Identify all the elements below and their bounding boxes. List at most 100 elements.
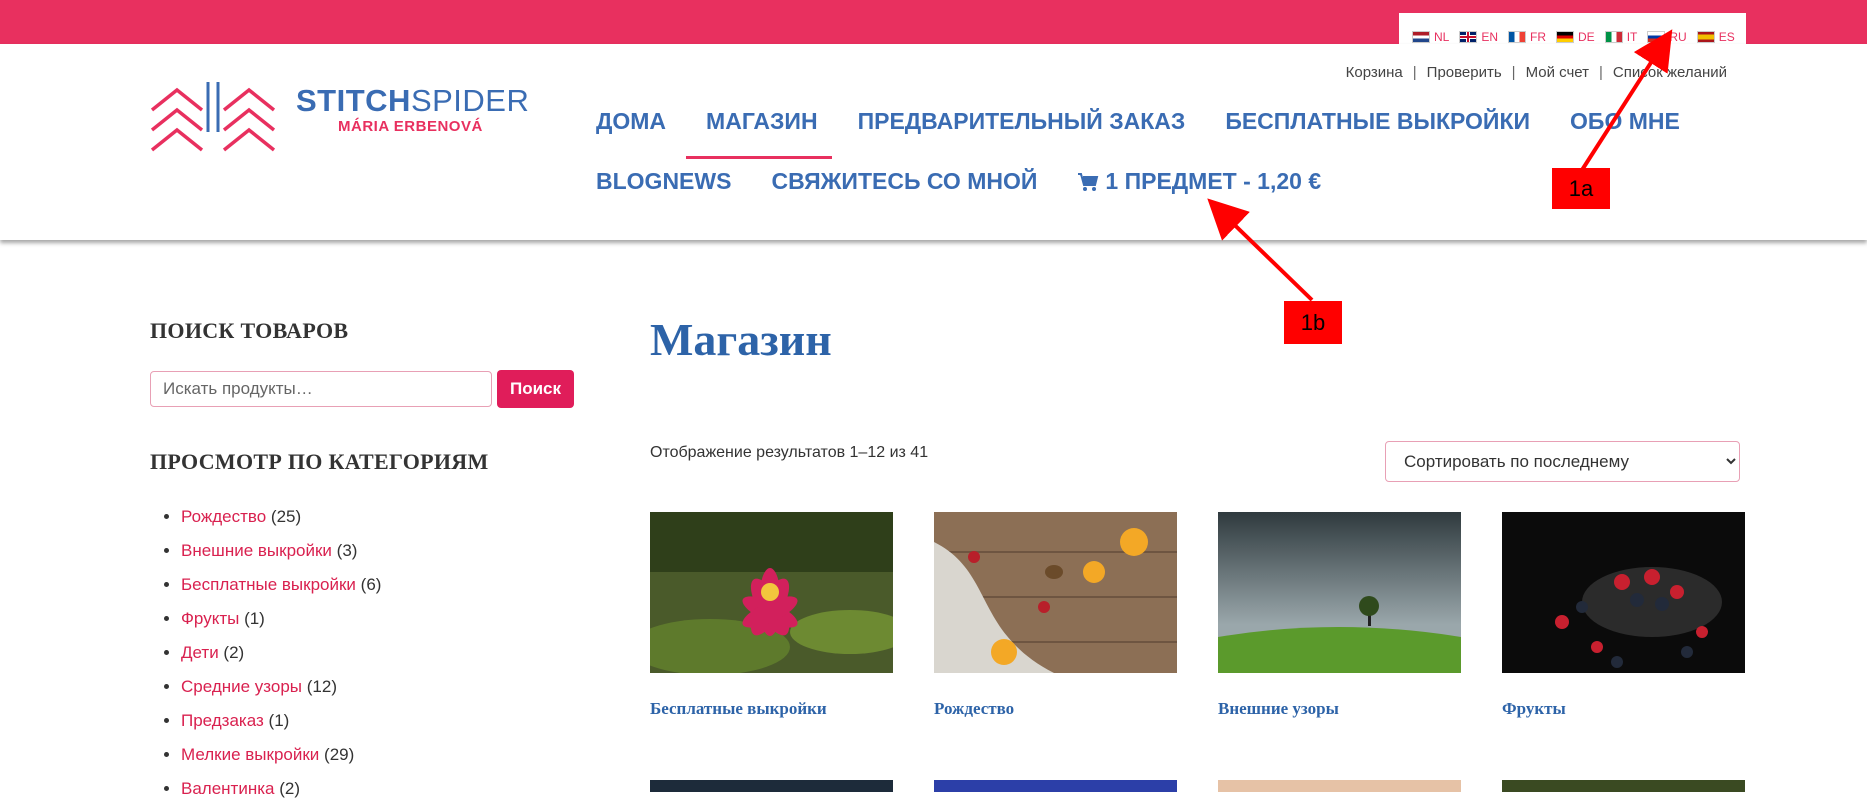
main-nav-row-2: BLOGNEWS СВЯЖИТЕСЬ СО МНОЙ 1 ПРЕДМЕТ - 1,2…	[596, 168, 1321, 195]
active-nav-indicator	[686, 156, 832, 159]
product-image-partial	[650, 780, 893, 792]
product-card[interactable]: Рождество	[934, 512, 1177, 719]
nav-item[interactable]: ПРЕДВАРИТЕЛЬНЫЙ ЗАКАЗ	[858, 108, 1186, 135]
language-en[interactable]: EN	[1459, 30, 1498, 44]
annotation-label-1a: 1a	[1552, 168, 1610, 209]
category-item: Мелкие выкройки (29)	[181, 738, 381, 772]
category-item: Средние узоры (12)	[181, 670, 381, 704]
annotation-label-1b: 1b	[1284, 301, 1342, 344]
logo-subtitle: MÁRIA ERBENOVÁ	[338, 118, 483, 135]
category-link[interactable]: Дети	[181, 643, 219, 662]
sort-select[interactable]: Сортировать по последнему	[1385, 441, 1740, 482]
category-item: Дети (2)	[181, 636, 381, 670]
category-count: (3)	[336, 541, 358, 560]
flag-es-icon	[1696, 31, 1715, 43]
category-count: (12)	[306, 677, 337, 696]
product-title[interactable]: Внешние узоры	[1218, 699, 1461, 719]
language-code: EN	[1481, 30, 1499, 44]
language-nl[interactable]: NL	[1412, 30, 1449, 44]
product-card[interactable]: Внешние узоры	[1218, 512, 1461, 719]
flag-en-icon	[1459, 31, 1478, 43]
product-title[interactable]: Бесплатные выкройки	[650, 699, 893, 719]
product-image-partial	[1502, 780, 1745, 792]
flag-nl-icon	[1412, 31, 1430, 43]
category-item: Валентинка (2)	[181, 772, 381, 806]
cart-summary: 1 ПРЕДМЕТ - 1,20 €	[1105, 168, 1322, 194]
product-image-berries	[1502, 512, 1745, 673]
language-it[interactable]: IT	[1604, 30, 1638, 44]
category-link[interactable]: Средние узоры	[181, 677, 302, 696]
account-links: Корзина | Проверить | Мой счет | Список желани…	[1346, 64, 1727, 81]
category-link[interactable]: Фрукты	[181, 609, 239, 628]
category-item: Рождество (25)	[181, 500, 381, 534]
category-item: Предзаказ (1)	[181, 704, 381, 738]
language-de[interactable]: DE	[1556, 30, 1595, 44]
category-count: (2)	[279, 779, 301, 798]
category-count: (2)	[223, 643, 245, 662]
language-ru[interactable]: RU	[1647, 30, 1687, 44]
nav-item[interactable]: СВЯЖИТЕСЬ СО МНОЙ	[771, 168, 1037, 195]
main-nav-row-1: ДОМА МАГАЗИН ПРЕДВАРИТЕЛЬНЫЙ ЗАКАЗ БЕСПЛАТН…	[596, 108, 1680, 135]
language-code: DE	[1578, 30, 1595, 44]
link-separator: |	[1412, 64, 1417, 81]
language-fr[interactable]: FR	[1508, 30, 1546, 44]
category-count: (1)	[244, 609, 265, 628]
nav-item[interactable]: ДОМА	[596, 108, 666, 135]
category-item: Внешние выкройки (3)	[181, 534, 381, 568]
flag-fr-icon	[1508, 31, 1527, 43]
shopping-cart-icon	[1078, 172, 1099, 191]
search-button[interactable]: Поиск	[497, 370, 574, 408]
language-code: NL	[1434, 30, 1450, 44]
product-image-storm-landscape	[1218, 512, 1461, 673]
category-count: (1)	[268, 711, 290, 730]
flag-it-icon	[1604, 31, 1623, 43]
category-list: Рождество (25)Внешние выкройки (3)Беспла…	[160, 500, 381, 806]
link-separator: |	[1511, 64, 1516, 81]
product-title[interactable]: Фрукты	[1502, 699, 1745, 719]
category-link[interactable]: Внешние выкройки	[181, 541, 332, 560]
account-link[interactable]: Мой счет	[1526, 64, 1589, 81]
product-card[interactable]: Бесплатные выкройки	[650, 512, 893, 719]
language-code: RU	[1669, 30, 1687, 44]
product-card[interactable]: Фрукты	[1502, 512, 1745, 719]
category-item: Бесплатные выкройки (6)	[181, 568, 381, 602]
flag-de-icon	[1556, 31, 1575, 43]
account-link[interactable]: Список желаний	[1613, 64, 1727, 81]
nav-item[interactable]: BLOGNEWS	[596, 168, 731, 195]
category-item: Фрукты (1)	[181, 602, 381, 636]
product-title[interactable]: Рождество	[934, 699, 1177, 719]
nav-item[interactable]: МАГАЗИН	[706, 108, 818, 135]
search-heading: ПОИСК ТОВАРОВ	[150, 318, 349, 343]
page-title: Магазин	[650, 314, 832, 365]
categories-heading: ПРОСМОТР ПО КАТЕГОРИЯМ	[150, 449, 489, 474]
category-count: (6)	[360, 575, 382, 594]
category-link[interactable]: Бесплатные выкройки	[181, 575, 356, 594]
language-code: ES	[1718, 30, 1735, 44]
language-list: NL EN FR DE IT RU ES	[1412, 30, 1735, 44]
logo-brand: STITCHSPIDER	[296, 83, 530, 118]
category-count: (29)	[324, 745, 355, 764]
category-count: (25)	[270, 507, 302, 526]
category-link[interactable]: Рождество	[181, 507, 266, 526]
product-image-partial	[934, 780, 1177, 792]
link-separator: |	[1599, 64, 1603, 81]
product-image-partial	[1218, 780, 1461, 792]
language-es[interactable]: ES	[1696, 30, 1735, 44]
nav-item[interactable]: БЕСПЛАТНЫЕ ВЫКРОЙКИ	[1225, 108, 1530, 135]
language-code: IT	[1626, 30, 1638, 44]
category-link[interactable]: Мелкие выкройки	[181, 745, 319, 764]
language-code: FR	[1530, 30, 1547, 44]
site-logo[interactable]: STITCHSPIDER MÁRIA ERBENOVÁ	[150, 80, 530, 152]
product-image-christmas-spices	[934, 512, 1177, 673]
account-link[interactable]: Корзина	[1346, 64, 1403, 81]
category-link[interactable]: Валентинка	[181, 779, 275, 798]
results-count: Отображение результатов 1–12 из 41	[650, 444, 929, 461]
flag-ru-icon	[1647, 31, 1666, 43]
account-link[interactable]: Проверить	[1427, 64, 1502, 81]
product-search-input[interactable]	[150, 371, 492, 407]
nav-cart-link[interactable]: 1 ПРЕДМЕТ - 1,20 €	[1077, 168, 1321, 195]
nav-item[interactable]: ОБО МНЕ	[1570, 108, 1680, 135]
category-link[interactable]: Предзаказ	[181, 711, 264, 730]
logo-chevrons-icon	[150, 82, 276, 152]
product-image-water-lily	[650, 512, 893, 673]
